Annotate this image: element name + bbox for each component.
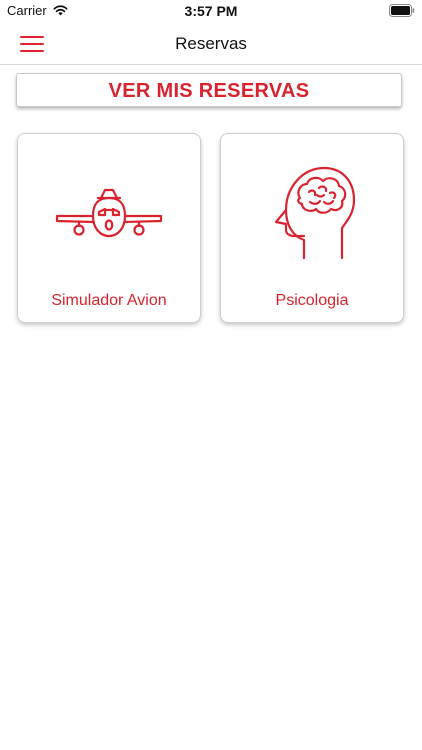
battery-icon [389, 4, 415, 17]
view-reservations-button[interactable]: VER MIS RESERVAS [16, 73, 402, 107]
app-screen: Carrier 3:57 PM Reservas VER MIS RESERVA… [0, 0, 422, 750]
clock-time: 3:57 PM [184, 3, 238, 19]
airplane-icon [55, 188, 163, 238]
brain-head-icon [274, 166, 356, 260]
service-card-simulador-avion[interactable]: Simulador Avion [17, 133, 201, 323]
service-label: Simulador Avion [51, 292, 167, 309]
navigation-bar: Reservas [0, 24, 422, 65]
service-card-psicologia[interactable]: Psicologia [220, 133, 404, 323]
status-bar: Carrier 3:57 PM [0, 0, 422, 24]
page-title: Reservas [175, 34, 247, 53]
service-label: Psicologia [275, 292, 349, 309]
